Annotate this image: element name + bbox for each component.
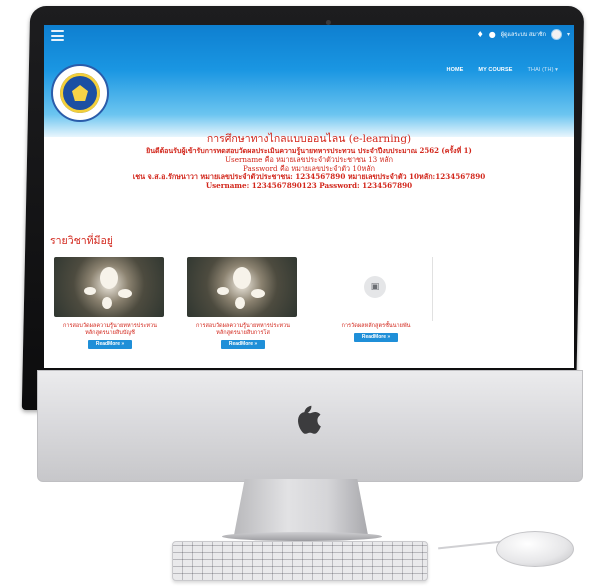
mouse [496,531,574,567]
course-name[interactable]: การสอบวัดผลความรู้นายทหารประทวนหลักสูตรน… [187,323,299,337]
welcome-text: การศึกษาทางไกลแบบออนไลน (e-learning) ยิน… [44,133,574,190]
mouse-cable [438,540,502,550]
readmore-button[interactable]: ReadMore » [354,333,398,343]
user-name[interactable]: ผู้ดูแลระบบ สมาชิก [501,31,546,39]
course-card: ▣ การวัดผลหลักสูตรชั้นนายพัน ReadMore » [320,257,432,343]
screen: ♦ ● ผู้ดูแลระบบ สมาชิก ▾ HOME MY COURSE … [44,25,574,368]
bell-icon[interactable]: ♦ [477,30,484,40]
courses-heading: รายวิชาที่มีอยู่ [50,235,113,247]
logo-emblem [60,73,100,113]
top-bar: ♦ ● ผู้ดูแลระบบ สมาชิก ▾ [44,25,574,49]
credentials-example: Username: 1234567890123 Password: 123456… [205,180,413,190]
course-thumbnail[interactable] [187,257,297,317]
message-icon[interactable]: ● [489,30,496,40]
readmore-button[interactable]: ReadMore » [221,340,265,350]
main-nav: HOME MY COURSE THAI (TH) ▾ [447,67,558,73]
chevron-down-icon[interactable]: ▾ [567,31,570,38]
hamburger-menu-icon[interactable] [51,30,64,41]
course-name[interactable]: การวัดผลหลักสูตรชั้นนายพัน [320,323,432,330]
language-selector[interactable]: THAI (TH) ▾ [528,67,558,73]
course-thumbnail[interactable]: ▣ [320,257,430,317]
site-header: ♦ ● ผู้ดูแลระบบ สมาชิก ▾ HOME MY COURSE … [44,25,574,137]
readmore-button[interactable]: ReadMore » [88,340,132,350]
page-title: การศึกษาทางไกลแบบออนไลน (e-learning) [206,133,412,145]
course-list: การสอบวัดผลความรู้นายทหารประทวนหลักสูตรน… [54,257,454,368]
avatar[interactable] [550,29,562,40]
course-card: การสอบวัดผลความรู้นายทหารประทวนหลักสูตรน… [54,257,166,350]
image-placeholder-icon: ▣ [364,276,386,298]
apple-logo-icon [298,405,321,434]
nav-my-course[interactable]: MY COURSE [478,67,512,73]
user-menu: ♦ ● ผู้ดูแลระบบ สมาชิก ▾ [477,29,570,40]
course-name[interactable]: การสอบวัดผลความรู้นายทหารประทวนหลักสูตรน… [54,323,166,337]
imac-stand-base [222,532,382,541]
course-thumbnail[interactable] [54,257,164,317]
course-card: การสอบวัดผลความรู้นายทหารประทวนหลักสูตรน… [187,257,299,350]
keyboard [172,541,428,581]
nav-home[interactable]: HOME [447,67,464,73]
divider [432,257,433,321]
imac-stand [234,479,368,535]
shield-icon [72,85,88,101]
site-logo[interactable] [51,64,109,122]
